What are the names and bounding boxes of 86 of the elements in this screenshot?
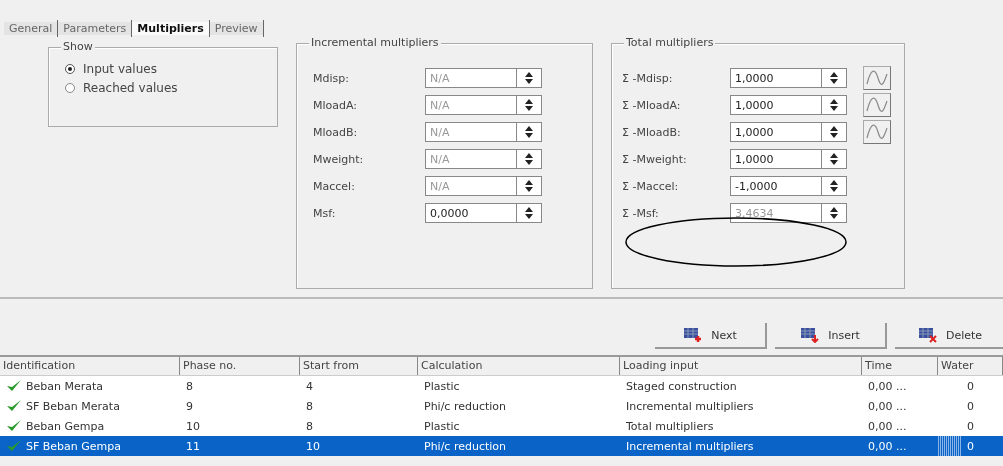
field-label: MloadA: (313, 98, 359, 112)
spin-arrows-icon[interactable] (516, 122, 542, 142)
field-label: Σ -Mweight: (622, 152, 688, 166)
cell-focus-pattern (938, 436, 962, 456)
spin-arrows-icon[interactable] (821, 68, 847, 88)
column-header[interactable]: Identification (0, 357, 180, 375)
toolbar-button[interactable]: Next (655, 323, 767, 349)
spin-field[interactable]: 1,0000 (730, 95, 821, 115)
table-cell: Incremental multipliers (626, 399, 754, 413)
field-label: Mweight: (313, 152, 365, 166)
delete-phase-icon (917, 327, 940, 343)
spin-field[interactable]: -1,0000 (730, 176, 821, 196)
group-title: Incremental multipliers (309, 36, 441, 49)
check-icon (6, 399, 22, 413)
table-cell: 11 (186, 439, 200, 453)
table-cell: 0,00 ... (868, 399, 907, 413)
table-cell: 10 (186, 419, 200, 433)
tab[interactable]: Multipliers (132, 21, 209, 35)
toolbar-button[interactable]: Insert (775, 323, 887, 349)
table-cell: 10 (306, 439, 320, 453)
curve-button[interactable] (863, 120, 891, 144)
column-header[interactable]: Loading input (620, 357, 862, 375)
column-header[interactable]: Water (938, 357, 1003, 375)
table-cell: SF Beban Gempa (26, 439, 122, 453)
table-cell: Plastic (424, 419, 460, 433)
spin-arrows-icon[interactable] (516, 68, 542, 88)
table-cell: 0 (967, 399, 974, 413)
spin-arrows-icon[interactable] (821, 176, 847, 196)
field-label: MloadB: (313, 125, 359, 139)
field-label: Σ -Mdisp: (622, 71, 674, 85)
spin-arrows-icon[interactable] (516, 176, 542, 196)
spin-arrows-icon[interactable] (516, 149, 542, 169)
table-cell: SF Beban Merata (26, 399, 120, 413)
tab[interactable]: Parameters (58, 21, 132, 35)
group-title: Show (61, 40, 95, 53)
column-header[interactable]: Start from (300, 357, 418, 375)
table-cell: Staged construction (626, 379, 737, 393)
radio-button[interactable] (65, 82, 75, 93)
spin-field[interactable]: 1,0000 (730, 68, 821, 88)
field-label: Msf: (313, 206, 337, 220)
field-label: Σ -MloadB: (622, 125, 682, 139)
spin-arrows-icon[interactable] (821, 122, 847, 142)
spin-field[interactable]: 0,0000 (425, 203, 516, 223)
spin-arrows-icon[interactable] (516, 95, 542, 115)
table-cell: 4 (306, 379, 313, 393)
table-cell: 0 (967, 439, 974, 453)
column-header[interactable]: Calculation (418, 357, 620, 375)
tab[interactable]: Preview (209, 21, 263, 35)
column-header[interactable]: Time (862, 357, 938, 375)
field-label: Σ -Msf: (622, 206, 660, 220)
table-cell: 9 (186, 399, 193, 413)
spin-arrows-icon[interactable] (821, 149, 847, 169)
table-cell: 0,00 ... (868, 419, 907, 433)
field-label: Σ -MloadA: (622, 98, 682, 112)
table-cell: 0,00 ... (868, 379, 907, 393)
spin-arrows-icon[interactable] (821, 95, 847, 115)
table-cell: 0 (967, 419, 974, 433)
table-cell: Beban Gempa (26, 419, 105, 433)
table-cell: Phi/c reduction (424, 399, 507, 413)
check-icon (6, 379, 22, 393)
table-cell: Incremental multipliers (626, 439, 754, 453)
table-cell: Plastic (424, 379, 460, 393)
spin-arrows-icon[interactable] (516, 203, 542, 223)
radio-label[interactable]: Input values (83, 61, 157, 76)
spin-field[interactable]: 1,0000 (730, 122, 821, 142)
column-header[interactable]: Phase no. (180, 357, 300, 375)
curve-button[interactable] (863, 93, 891, 117)
group-title: Total multipliers (624, 36, 716, 49)
tab[interactable]: General (4, 21, 58, 35)
table-cell: Beban Merata (26, 379, 104, 393)
table-cell: 0,00 ... (868, 439, 907, 453)
table-cell: Phi/c reduction (424, 439, 507, 453)
radio-label[interactable]: Reached values (83, 80, 178, 95)
table-cell: Total multipliers (626, 419, 714, 433)
curve-button[interactable] (863, 66, 891, 90)
field-label: Mdisp: (313, 71, 350, 85)
check-icon (6, 419, 22, 433)
spin-field[interactable]: 1,0000 (730, 149, 821, 169)
field-label: Maccel: (313, 179, 356, 193)
radio-button[interactable] (65, 63, 75, 74)
table-cell: 0 (967, 379, 974, 393)
table-cell: 8 (306, 399, 313, 413)
field-label: Σ -Maccel: (622, 179, 680, 193)
check-icon (6, 439, 22, 453)
table-cell: 8 (186, 379, 193, 393)
table-cell: 8 (306, 419, 313, 433)
